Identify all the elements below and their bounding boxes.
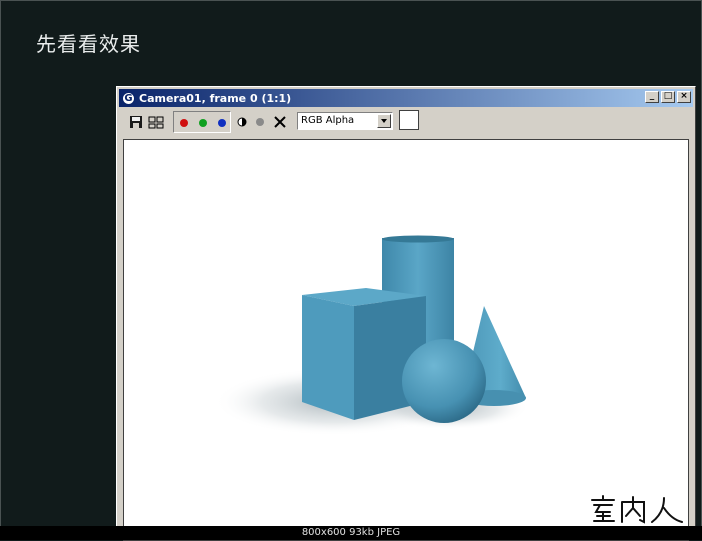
alpha-icon[interactable] [251,113,269,131]
title-bar[interactable]: G Camera01, frame 0 (1:1) _ □ × [119,89,693,107]
channel-buttons [173,111,231,133]
chevron-down-icon[interactable] [377,114,391,128]
close-button[interactable]: × [677,91,691,103]
app-icon[interactable]: G [122,91,135,105]
window-title: Camera01, frame 0 (1:1) [139,91,292,105]
status-bar: 800x600 93kb JPEG [0,526,702,540]
mono-icon[interactable] [233,113,251,131]
blue-channel-button[interactable] [218,119,226,127]
clear-icon[interactable] [271,113,289,131]
channel-select-value: RGB Alpha [301,115,355,126]
render-toolbar: RGB Alpha [121,110,691,134]
slide-title: 先看看效果 [36,32,141,56]
color-swatch[interactable] [399,110,419,130]
channel-select[interactable]: RGB Alpha [297,112,393,130]
minimize-button[interactable]: _ [645,91,659,103]
save-icon[interactable] [127,113,145,131]
clone-icon[interactable] [147,113,165,131]
render-window: G Camera01, frame 0 (1:1) _ □ × RGB Alph… [116,86,696,541]
red-channel-button[interactable] [180,119,188,127]
watermark-logo [591,495,683,524]
render-viewport [123,139,689,541]
green-channel-button[interactable] [199,119,207,127]
render-image [214,235,529,436]
sphere [402,339,486,423]
maximize-button[interactable]: □ [661,91,675,103]
